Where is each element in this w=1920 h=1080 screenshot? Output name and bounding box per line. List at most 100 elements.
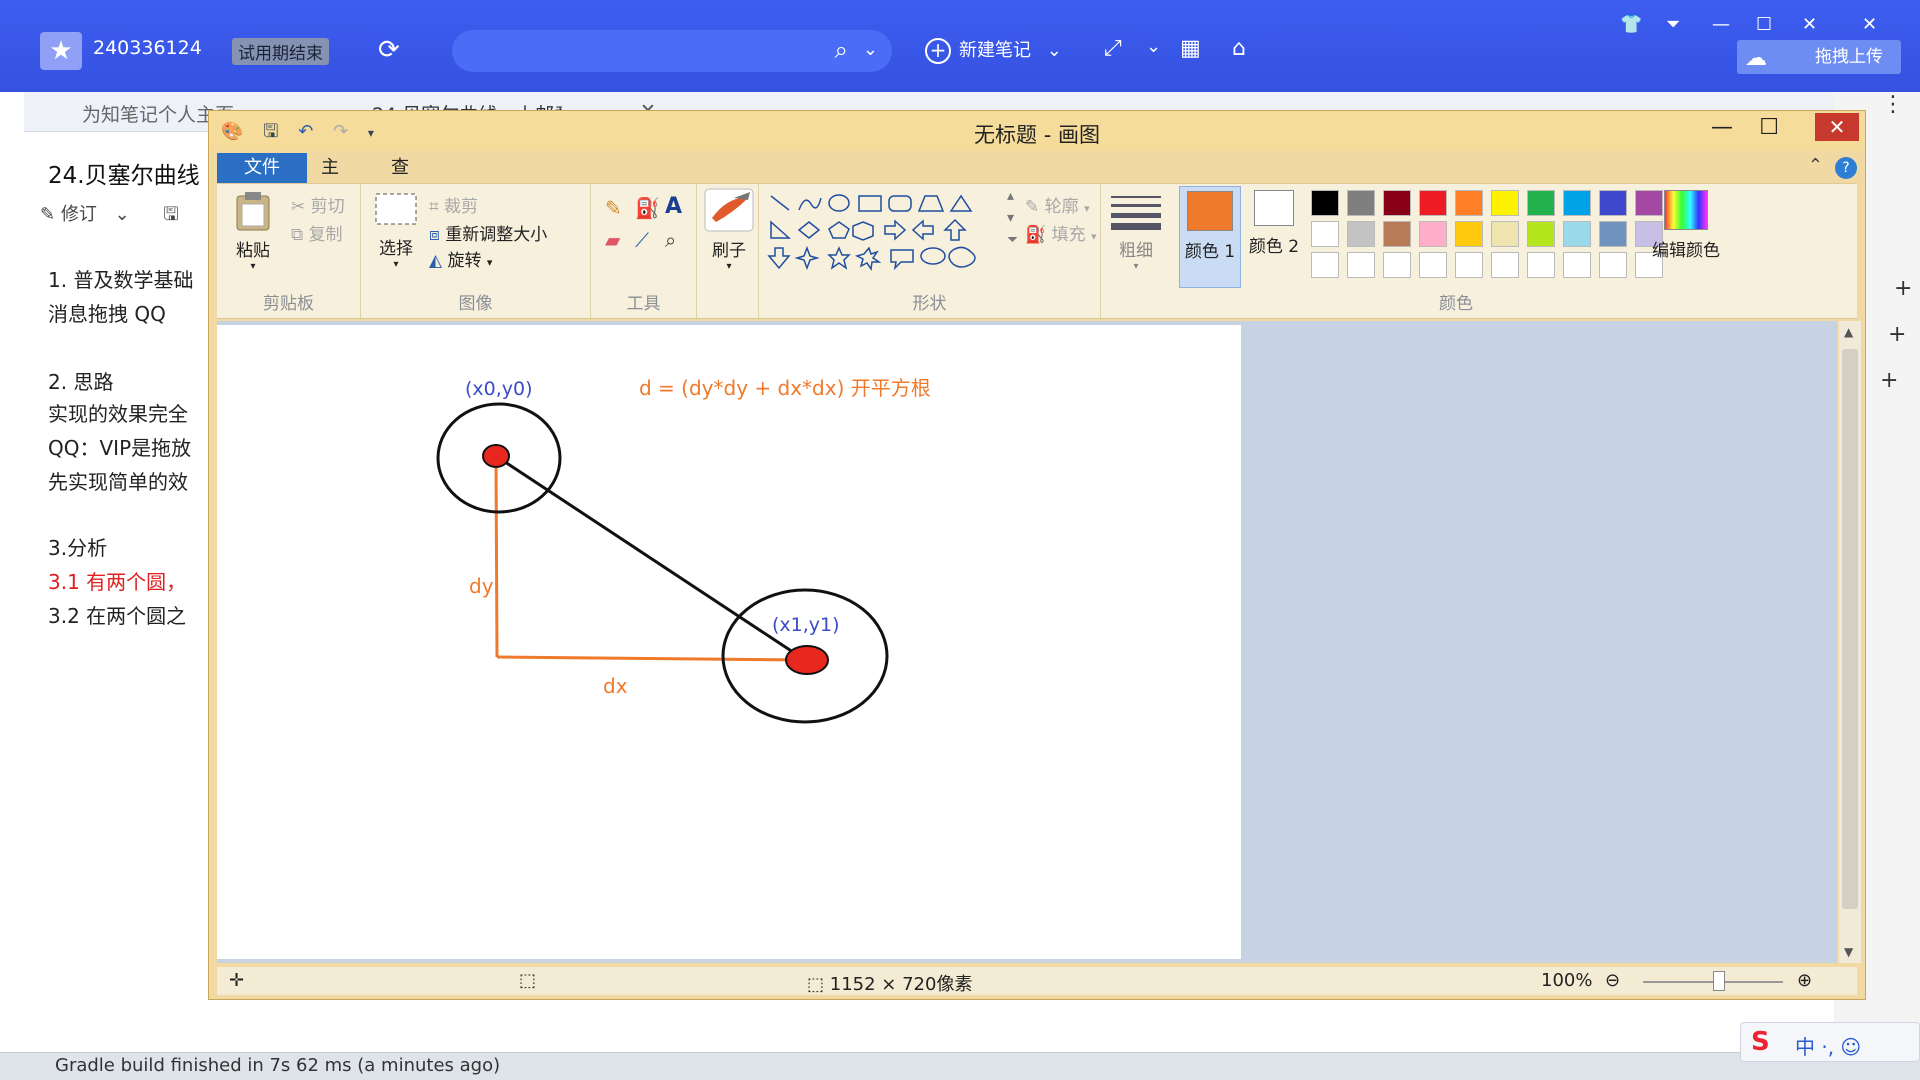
eraser-icon[interactable]: ▰ [605,228,620,252]
minimize-icon[interactable]: — [1712,14,1730,35]
color-swatch[interactable] [1347,252,1375,278]
rotate-button[interactable]: ◭ 旋转 ▾ [429,246,492,271]
zoom-in-icon[interactable]: ⊕ [1797,970,1812,991]
copy-button[interactable]: ⧉ 复制 [291,220,343,245]
grid-icon[interactable]: ▦ [1180,36,1201,61]
color-swatch[interactable] [1563,252,1591,278]
color-swatch[interactable] [1347,221,1375,247]
scroll-up-icon[interactable]: ▲ [1844,325,1853,339]
outer-close-icon[interactable]: ✕ [1862,14,1877,35]
edit-colors-button[interactable]: 编辑颜色 [1641,190,1731,261]
color-swatch[interactable] [1599,190,1627,216]
minimize-icon[interactable]: — [1711,115,1733,140]
collapse-ribbon-icon[interactable]: ⌃ [1808,155,1823,176]
chevron-down-icon[interactable]: ⌄ [863,39,878,60]
menu-icon[interactable]: ⏷ [1666,14,1680,35]
home-icon[interactable]: ⌂ [1232,36,1246,61]
shape-gallery[interactable] [767,192,1003,272]
chevron-down-icon[interactable]: ▾ [703,261,755,272]
ime-bar[interactable]: S 中 ·, ☺ [1740,1022,1920,1062]
color-swatch[interactable] [1311,252,1339,278]
close-icon[interactable]: ✕ [1802,14,1817,35]
color-swatch[interactable] [1527,221,1555,247]
color-swatch[interactable] [1599,221,1627,247]
ime-mode[interactable]: 中 ·, ☺ [1795,1031,1861,1060]
chevron-down-icon[interactable]: ⌄ [115,204,130,225]
plus-icon[interactable]: + [1888,322,1906,347]
color-swatch[interactable] [1383,252,1411,278]
scroll-down-icon[interactable]: ▼ [1844,945,1853,959]
scrollbar-thumb[interactable] [1842,349,1858,909]
color-swatch[interactable] [1383,221,1411,247]
shapes-more-icon[interactable]: ⏷ [1007,232,1018,248]
tab-view[interactable]: 查看 [379,153,421,208]
plus-icon[interactable]: + [1880,368,1898,393]
maximize-icon[interactable]: ☐ [1756,14,1772,35]
close-button[interactable]: ✕ [1815,113,1859,141]
upload-button[interactable]: ☁ 拖拽上传 [1737,40,1901,74]
color-swatch[interactable] [1527,190,1555,216]
tab-home[interactable]: 主页 [309,153,351,208]
color2-button[interactable]: 颜色 2 [1245,190,1303,257]
magnifier-icon[interactable]: ⌕ [665,228,676,252]
resize-button[interactable]: ⧈ 重新调整大小 [429,220,547,245]
paste-button[interactable]: 粘贴 ▾ [231,190,275,272]
plus-icon[interactable]: + [1894,276,1912,301]
color-swatch[interactable] [1419,252,1447,278]
color-swatch[interactable] [1491,252,1519,278]
search-input[interactable]: ⌕ ⌄ [452,30,892,72]
color-swatch[interactable] [1563,221,1591,247]
color-swatch[interactable] [1311,221,1339,247]
new-note-button[interactable]: + 新建笔记 ⌄ [925,36,1062,64]
color-swatch[interactable] [1599,252,1627,278]
zoom-out-icon[interactable]: ⊖ [1605,970,1620,991]
text-tool-icon[interactable]: A [665,194,682,219]
size-button[interactable]: 粗细 ▾ [1109,192,1163,272]
fill-button[interactable]: ⛽ 填充 ▾ [1025,220,1097,245]
color1-button[interactable]: 颜色 1 [1179,186,1241,288]
cut-button[interactable]: ✂ 剪切 [291,192,345,217]
pencil-icon[interactable]: ✎ [605,196,622,220]
revise-icon[interactable]: ✎ [40,204,55,225]
expand-icon[interactable]: ⤢ [1104,36,1122,61]
select-button[interactable]: 选择 ▾ [371,190,421,270]
sogou-icon[interactable]: S [1751,1027,1770,1057]
trial-badge[interactable]: 试用期结束 [232,38,329,65]
chevron-down-icon[interactable]: ▾ [487,256,493,269]
star-logo-icon[interactable]: ★ [40,32,82,70]
color-swatch[interactable] [1311,190,1339,216]
zoom-slider-thumb[interactable] [1713,971,1725,991]
color-swatch[interactable] [1455,190,1483,216]
crop-button[interactable]: ⌗ 裁剪 [429,192,478,217]
save-icon[interactable]: 🖫 [163,204,178,225]
skin-icon[interactable]: 👕 [1620,14,1642,35]
revise-label[interactable]: 修订 [61,204,97,225]
drawing-canvas[interactable]: (x0,y0) (x1,y1) d = (dy*dy + dx*dx) 开平方根… [217,325,1241,959]
shapes-scroll-up-icon[interactable]: ▴ [1007,188,1014,204]
color-swatch[interactable] [1491,221,1519,247]
more-icon[interactable]: ⋮ [1882,92,1904,117]
color-swatch[interactable] [1455,221,1483,247]
color-swatch[interactable] [1527,252,1555,278]
shapes-scroll-down-icon[interactable]: ▾ [1007,210,1014,226]
color-picker-icon[interactable]: ⟋ [635,228,649,252]
user-id[interactable]: 240336124 [93,37,202,59]
search-icon[interactable]: ⌕ [835,36,848,64]
help-icon[interactable]: ? [1835,157,1857,179]
color-swatch[interactable] [1419,221,1447,247]
maximize-icon[interactable]: ☐ [1759,115,1779,140]
brush-button[interactable]: 刷子 ▾ [703,188,755,272]
color-swatch[interactable] [1347,190,1375,216]
outline-button[interactable]: ✎ 轮廓 ▾ [1025,192,1090,217]
color-swatch[interactable] [1383,190,1411,216]
fill-bucket-icon[interactable]: ⛽ [635,196,660,220]
color-swatch[interactable] [1419,190,1447,216]
chevron-down-icon[interactable]: ▾ [231,261,275,272]
chevron-down-icon[interactable]: ⌄ [1047,40,1062,61]
chevron-down-icon[interactable]: ⌄ [1146,36,1161,57]
color-swatch[interactable] [1491,190,1519,216]
tab-file[interactable]: 文件 [217,153,307,183]
sync-icon[interactable]: ⟳ [378,36,400,64]
color-swatch[interactable] [1455,252,1483,278]
chevron-down-icon[interactable]: ▾ [371,259,421,270]
